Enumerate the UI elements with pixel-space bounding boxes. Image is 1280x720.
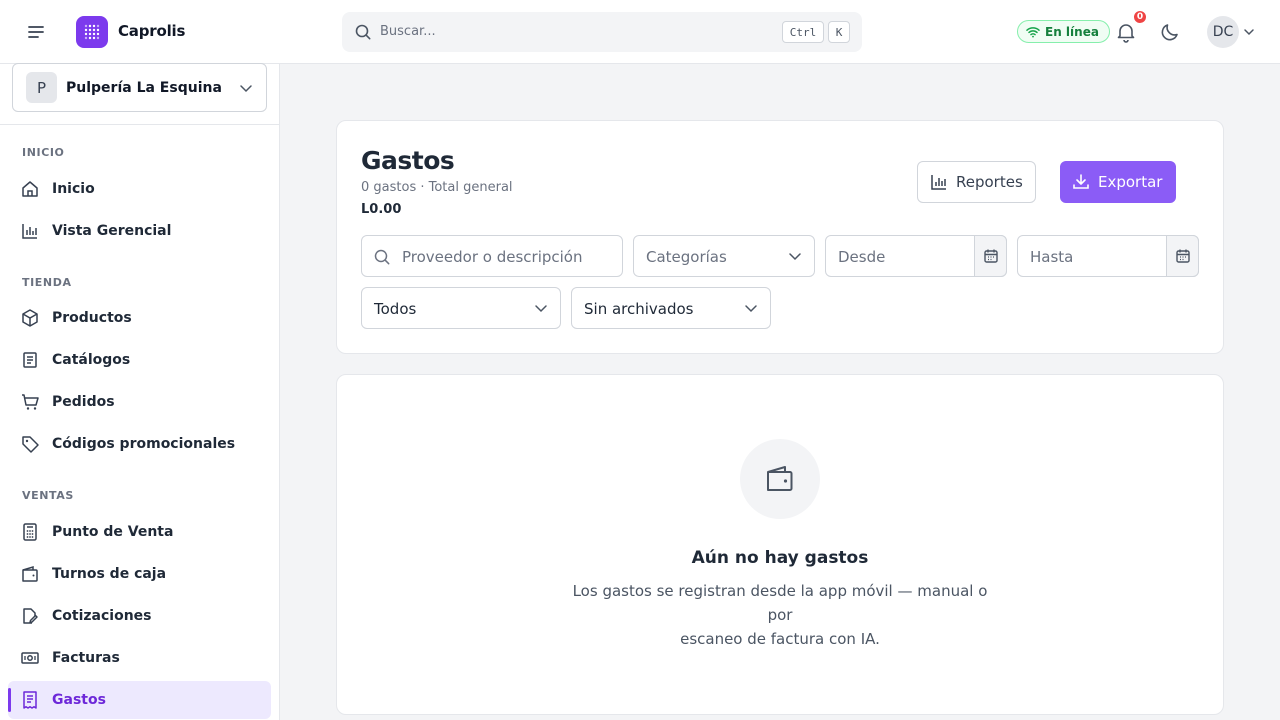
shortcut-ctrl-key: Ctrl xyxy=(782,21,824,43)
bar-chart-icon xyxy=(22,224,37,239)
page-title: Gastos xyxy=(361,146,455,175)
wallet-icon xyxy=(767,466,793,491)
store-selector[interactable]: P Pulpería La Esquina xyxy=(12,63,267,112)
menu-toggle-icon[interactable] xyxy=(24,20,48,44)
box-icon xyxy=(22,309,38,327)
sidebar-item-cotizaciones[interactable]: Cotizaciones xyxy=(8,597,271,635)
global-search-input[interactable]: Buscar... Ctrl K xyxy=(342,12,862,52)
sidebar-item-gastos[interactable]: Gastos xyxy=(8,681,271,719)
sidebar-item-vista-gerencial[interactable]: Vista Gerencial xyxy=(8,212,271,250)
tag-icon xyxy=(22,436,39,453)
date-from-placeholder: Desde xyxy=(838,248,886,266)
expenses-summary: 0 gastos · Total general xyxy=(361,180,513,195)
search-icon xyxy=(355,24,371,40)
sidebar-item-label: Gastos xyxy=(52,692,106,708)
brand-name: Caprolis xyxy=(118,22,186,40)
chevron-down-icon xyxy=(535,305,547,313)
file-edit-icon xyxy=(23,608,38,624)
sidebar-item-label: Inicio xyxy=(52,181,95,197)
sidebar-item-inicio[interactable]: Inicio xyxy=(8,170,271,208)
notifications-bell-icon[interactable] xyxy=(1114,20,1138,44)
date-from-input[interactable]: Desde xyxy=(825,235,1007,277)
sidebar-item-label: Pedidos xyxy=(52,394,115,410)
shortcut-k-key: K xyxy=(828,21,850,43)
top-bar: Caprolis Buscar... Ctrl K En línea 0 DC xyxy=(0,0,1280,64)
user-avatar[interactable]: DC xyxy=(1207,16,1239,48)
search-expenses-input[interactable]: Proveedor o descripción xyxy=(361,235,623,277)
chevron-down-icon xyxy=(745,305,757,313)
sidebar: P Pulpería La Esquina INICIO Inicio Vist… xyxy=(0,63,280,720)
search-placeholder: Buscar... xyxy=(380,24,436,39)
section-label-ventas: VENTAS xyxy=(22,489,74,502)
wifi-icon xyxy=(1026,26,1040,37)
download-icon xyxy=(1073,174,1089,189)
sidebar-item-pedidos[interactable]: Pedidos xyxy=(8,383,271,421)
empty-state-line-1: Los gastos se registran desde la app móv… xyxy=(572,582,988,624)
sidebar-item-label: Productos xyxy=(52,310,132,326)
search-icon xyxy=(374,249,390,265)
store-name: Pulpería La Esquina xyxy=(66,80,222,96)
empty-state-icon-container xyxy=(740,439,820,519)
archive-filter-value: Sin archivados xyxy=(584,300,694,318)
reports-button-label: Reportes xyxy=(956,173,1023,191)
home-icon xyxy=(22,181,38,197)
status-filter-value: Todos xyxy=(374,300,417,318)
calculator-icon xyxy=(23,523,37,541)
sidebar-item-label: Vista Gerencial xyxy=(52,223,172,239)
sidebar-item-punto-de-venta[interactable]: Punto de Venta xyxy=(8,513,271,551)
empty-state-line-2: escaneo de factura con IA. xyxy=(680,630,880,648)
sidebar-item-label: Facturas xyxy=(52,650,120,666)
empty-state-card: Aún no hay gastos Los gastos se registra… xyxy=(336,374,1224,715)
book-icon xyxy=(23,352,37,368)
empty-state-description: Los gastos se registran desde la app móv… xyxy=(560,579,1000,651)
date-from-calendar-button[interactable] xyxy=(974,235,1007,277)
date-to-calendar-button[interactable] xyxy=(1166,235,1199,277)
dark-mode-moon-icon[interactable] xyxy=(1158,20,1182,44)
date-to-placeholder: Hasta xyxy=(1030,248,1074,266)
sidebar-divider xyxy=(0,124,279,125)
brand-logo-icon[interactable] xyxy=(76,16,108,48)
chevron-down-icon xyxy=(789,253,801,261)
receipt-icon xyxy=(23,691,37,709)
status-filter-select[interactable]: Todos xyxy=(361,287,561,329)
sidebar-item-turnos-de-caja[interactable]: Turnos de caja xyxy=(8,555,271,593)
section-label-inicio: INICIO xyxy=(22,146,65,159)
sidebar-item-label: Turnos de caja xyxy=(52,566,167,582)
sidebar-item-codigos-promocionales[interactable]: Códigos promocionales xyxy=(8,425,271,463)
expenses-header-card: Gastos 0 gastos · Total general L0.00 Re… xyxy=(336,120,1224,354)
notification-count-badge: 0 xyxy=(1132,9,1148,25)
category-select[interactable]: Categorías xyxy=(633,235,815,277)
category-select-placeholder: Categorías xyxy=(646,248,727,266)
calendar-icon xyxy=(983,249,998,263)
bar-chart-icon xyxy=(931,175,946,190)
search-expenses-placeholder: Proveedor o descripción xyxy=(402,248,583,266)
connection-status-label: En línea xyxy=(1045,24,1099,39)
empty-state-title: Aún no hay gastos xyxy=(691,548,869,568)
date-to-input[interactable]: Hasta xyxy=(1017,235,1199,277)
reports-button[interactable]: Reportes xyxy=(917,161,1036,203)
wallet-icon xyxy=(22,565,38,582)
cart-icon xyxy=(22,394,39,410)
export-button[interactable]: Exportar xyxy=(1060,161,1176,203)
sidebar-item-label: Catálogos xyxy=(52,352,131,368)
calendar-icon xyxy=(1175,249,1190,263)
sidebar-item-label: Cotizaciones xyxy=(52,608,152,624)
chevron-down-icon[interactable] xyxy=(1243,26,1255,38)
chevron-down-icon xyxy=(240,85,252,93)
export-button-label: Exportar xyxy=(1098,173,1163,191)
sidebar-item-facturas[interactable]: Facturas xyxy=(8,639,271,677)
expenses-total: L0.00 xyxy=(361,202,402,217)
banknote-icon xyxy=(21,652,39,664)
archive-filter-select[interactable]: Sin archivados xyxy=(571,287,771,329)
sidebar-item-label: Códigos promocionales xyxy=(52,436,236,452)
store-avatar: P xyxy=(26,72,57,103)
section-label-tienda: TIENDA xyxy=(22,276,72,289)
sidebar-item-catalogos[interactable]: Catálogos xyxy=(8,341,271,379)
sidebar-item-label: Punto de Venta xyxy=(52,524,174,540)
connection-status-badge: En línea xyxy=(1017,20,1110,43)
sidebar-item-productos[interactable]: Productos xyxy=(8,299,271,337)
